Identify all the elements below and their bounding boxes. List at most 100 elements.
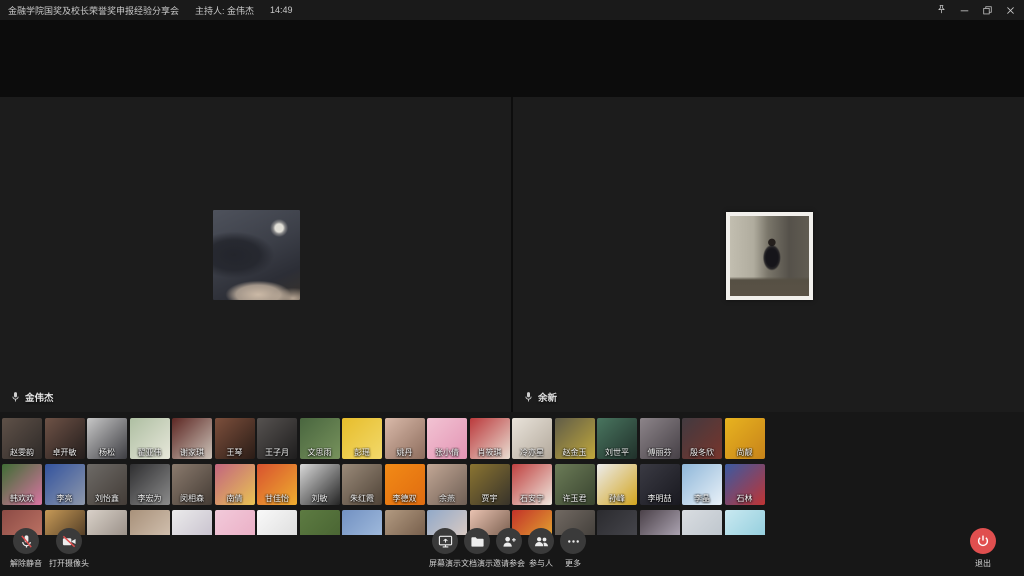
exit-button[interactable]: 退出: [967, 528, 999, 569]
participant-thumbnail[interactable]: [172, 510, 212, 535]
avatar-right-photo-inner: [730, 216, 809, 296]
participant-thumbnail[interactable]: 肖筱琪: [470, 418, 510, 459]
participant-thumbnail[interactable]: 石林: [725, 464, 765, 505]
participant-name: 赵金玉: [555, 447, 595, 458]
participant-thumbnail[interactable]: 彭瑶: [342, 418, 382, 459]
invite-button-label: 邀请参会: [493, 558, 525, 569]
participant-thumbnail[interactable]: [640, 510, 680, 535]
participant-thumbnail[interactable]: 孙峰: [597, 464, 637, 505]
exit-button-label: 退出: [975, 558, 991, 569]
screen-share-button[interactable]: 屏幕演示: [429, 528, 461, 569]
participant-thumbnail[interactable]: 李宏为: [130, 464, 170, 505]
participant-thumbnail[interactable]: 王子月: [257, 418, 297, 459]
participant-thumbnail[interactable]: 王琴: [215, 418, 255, 459]
participant-thumbnail[interactable]: 赵金玉: [555, 418, 595, 459]
participant-thumbnail[interactable]: 刘敏: [300, 464, 340, 505]
speaker-name-tag-right: 余新: [524, 390, 557, 404]
participant-thumbnail[interactable]: [725, 510, 765, 535]
participant-name: 李德双: [385, 493, 425, 504]
document-share-icon: [464, 528, 490, 554]
participant-name: 李亮: [45, 493, 85, 504]
pin-icon[interactable]: [930, 0, 953, 20]
participants-button-label: 参与人: [529, 558, 553, 569]
mic-icon: [524, 391, 533, 403]
participant-thumbnail[interactable]: [682, 510, 722, 535]
participant-thumbnail[interactable]: 甘佳怡: [257, 464, 297, 505]
maximize-button[interactable]: [976, 0, 999, 20]
toolbar-right: 退出: [967, 528, 999, 569]
participant-thumbnail[interactable]: [300, 510, 340, 535]
participant-thumbnail[interactable]: [385, 510, 425, 535]
participant-thumbnail[interactable]: 余燕: [427, 464, 467, 505]
close-button[interactable]: [999, 0, 1022, 20]
participant-name: 石林: [725, 493, 765, 504]
participant-thumbnail[interactable]: 傅丽芬: [640, 418, 680, 459]
toolbar-left: 解除静音打开摄像头: [10, 528, 89, 569]
participant-thumbnail[interactable]: [257, 510, 297, 535]
participant-thumbnail[interactable]: 朱红霞: [342, 464, 382, 505]
participant-name: 石安宁: [512, 493, 552, 504]
participant-grid: 赵雯韵卓开敏杨松翟亚伟谢家琪王琴王子月文思雨彭瑶姚丹张小倩肖筱琪冷亦星赵金玉刘世…: [2, 418, 768, 535]
participant-name: 贾宇: [470, 493, 510, 504]
invite-person-icon: [496, 528, 522, 554]
participant-thumbnail[interactable]: 许玉君: [555, 464, 595, 505]
participant-thumbnail[interactable]: 姚丹: [385, 418, 425, 459]
minimize-button[interactable]: [953, 0, 976, 20]
participant-thumbnail[interactable]: 贾宇: [470, 464, 510, 505]
mic-off-icon: [13, 528, 39, 554]
participant-thumbnail[interactable]: 赵雯韵: [2, 418, 42, 459]
participant-thumbnail[interactable]: [87, 510, 127, 535]
participant-thumbnail[interactable]: 石安宁: [512, 464, 552, 505]
participant-thumbnail[interactable]: 刘世平: [597, 418, 637, 459]
participant-name: 尚靓: [725, 447, 765, 458]
camera-button[interactable]: 打开摄像头: [49, 528, 89, 569]
participant-name: 南倩: [215, 493, 255, 504]
participant-thumbnail[interactable]: [130, 510, 170, 535]
screen-share-icon: [432, 528, 458, 554]
participant-row: 韩欢欢李亮刘怡鑫李宏为闵相森南倩甘佳怡刘敏朱红霞李德双余燕贾宇石安宁许玉君孙峰李…: [2, 464, 768, 505]
participant-thumbnail[interactable]: 翟亚伟: [130, 418, 170, 459]
more-dots-icon: [560, 528, 586, 554]
participant-thumbnail[interactable]: 李亮: [45, 464, 85, 505]
participant-thumbnail[interactable]: 李晶: [682, 464, 722, 505]
participant-thumbnail[interactable]: 张小倩: [427, 418, 467, 459]
participant-name: 甘佳怡: [257, 493, 297, 504]
participant-thumbnail[interactable]: [597, 510, 637, 535]
participant-thumbnail[interactable]: 李德双: [385, 464, 425, 505]
more-button[interactable]: 更多: [557, 528, 589, 569]
participants-button[interactable]: 参与人: [525, 528, 557, 569]
participant-thumbnail[interactable]: [215, 510, 255, 535]
doc-share-button-label: 文档演示: [461, 558, 493, 569]
unmute-button[interactable]: 解除静音: [10, 528, 42, 569]
participant-thumbnail[interactable]: 尚靓: [725, 418, 765, 459]
participant-name: 刘敏: [300, 493, 340, 504]
host-label: 主持人: 金伟杰: [195, 4, 254, 17]
participant-name: 赵雯韵: [2, 447, 42, 458]
participants-icon: [528, 528, 554, 554]
participant-thumbnail[interactable]: 殷冬欣: [682, 418, 722, 459]
participant-thumbnail[interactable]: 李明喆: [640, 464, 680, 505]
participant-row: 赵雯韵卓开敏杨松翟亚伟谢家琪王琴王子月文思雨彭瑶姚丹张小倩肖筱琪冷亦星赵金玉刘世…: [2, 418, 768, 459]
participant-thumbnail[interactable]: 南倩: [215, 464, 255, 505]
video-panel-left[interactable]: 金伟杰: [0, 97, 511, 412]
participant-thumbnail[interactable]: 韩欢欢: [2, 464, 42, 505]
participant-thumbnail[interactable]: 闵相森: [172, 464, 212, 505]
participant-thumbnail[interactable]: [342, 510, 382, 535]
participant-thumbnail[interactable]: 冷亦星: [512, 418, 552, 459]
doc-share-button[interactable]: 文档演示: [461, 528, 493, 569]
participant-thumbnail[interactable]: 刘怡鑫: [87, 464, 127, 505]
meeting-title: 金融学院国奖及校长荣誉奖申报经验分享会: [8, 4, 179, 17]
invite-button[interactable]: 邀请参会: [493, 528, 525, 569]
meeting-time: 14:49: [270, 5, 293, 15]
participant-thumbnail[interactable]: 卓开敏: [45, 418, 85, 459]
participant-thumbnail[interactable]: 杨松: [87, 418, 127, 459]
participant-thumbnail[interactable]: 谢家琪: [172, 418, 212, 459]
participant-name: 孙峰: [597, 493, 637, 504]
camera-button-label: 打开摄像头: [49, 558, 89, 569]
avatar-right-photo-image: [726, 212, 813, 300]
participant-name: 王子月: [257, 447, 297, 458]
participant-thumbnail[interactable]: 文思雨: [300, 418, 340, 459]
video-panel-right[interactable]: 余新: [513, 97, 1024, 412]
participant-name: 王琴: [215, 447, 255, 458]
screen-share-button-label: 屏幕演示: [429, 558, 461, 569]
